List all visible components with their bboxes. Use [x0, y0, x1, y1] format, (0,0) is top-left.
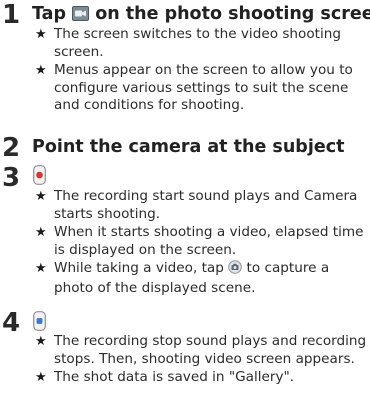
bullet-item: ★ The recording start sound plays and Ca… — [35, 188, 370, 223]
capture-photo-icon — [228, 260, 243, 280]
step-number: 4 — [2, 308, 20, 338]
bullet-item: ★ While taking a video, tap to capture a… — [35, 260, 370, 297]
record-start-icon — [33, 165, 46, 189]
bullet-item: ★ The screen switches to the video shoot… — [35, 26, 370, 61]
bullet-item: ★ The shot data is saved in "Gallery". — [35, 369, 370, 387]
bullet-text: The shot data is saved in "Gallery". — [54, 369, 295, 385]
bullet-item: ★ The recording stop sound plays and rec… — [35, 333, 370, 368]
star-bullet: ★ — [35, 334, 47, 349]
star-bullet: ★ — [35, 63, 47, 78]
star-bullet: ★ — [35, 189, 47, 204]
step-1-bullets: ★ The screen switches to the video shoot… — [35, 26, 370, 116]
bullet-item: ★ When it starts shooting a video, elaps… — [35, 224, 370, 259]
star-bullet: ★ — [35, 27, 47, 42]
bullet-item: ★ Menus appear on the screen to allow yo… — [35, 62, 370, 115]
bullet-text: Menus appear on the screen to allow you … — [54, 62, 353, 113]
record-stop-icon — [33, 311, 46, 335]
step-title: Point the camera at the subject — [32, 137, 345, 157]
step-number: 1 — [2, 0, 20, 30]
bullet-text: The screen switches to the video shootin… — [54, 26, 342, 60]
bullet-text: The recording stop sound plays and recor… — [54, 333, 367, 367]
step-number: 2 — [2, 133, 20, 163]
step-title-text-before: Tap — [32, 4, 73, 24]
step-3-bullets: ★ The recording start sound plays and Ca… — [35, 188, 370, 298]
step-4-bullets: ★ The recording stop sound plays and rec… — [35, 333, 370, 388]
bullet-text: When it starts shooting a video, elapsed… — [54, 224, 364, 258]
star-bullet: ★ — [35, 261, 47, 276]
bullet-text-before: While taking a video, tap — [54, 260, 229, 276]
star-bullet: ★ — [35, 225, 47, 240]
step-title: Tap on the photo shooting screen — [32, 4, 370, 26]
step-title-text-after: on the photo shooting screen — [89, 4, 370, 24]
bullet-text: The recording start sound plays and Came… — [54, 188, 358, 222]
step-number: 3 — [2, 163, 20, 193]
star-bullet: ★ — [35, 370, 47, 385]
video-mode-icon — [72, 6, 90, 26]
